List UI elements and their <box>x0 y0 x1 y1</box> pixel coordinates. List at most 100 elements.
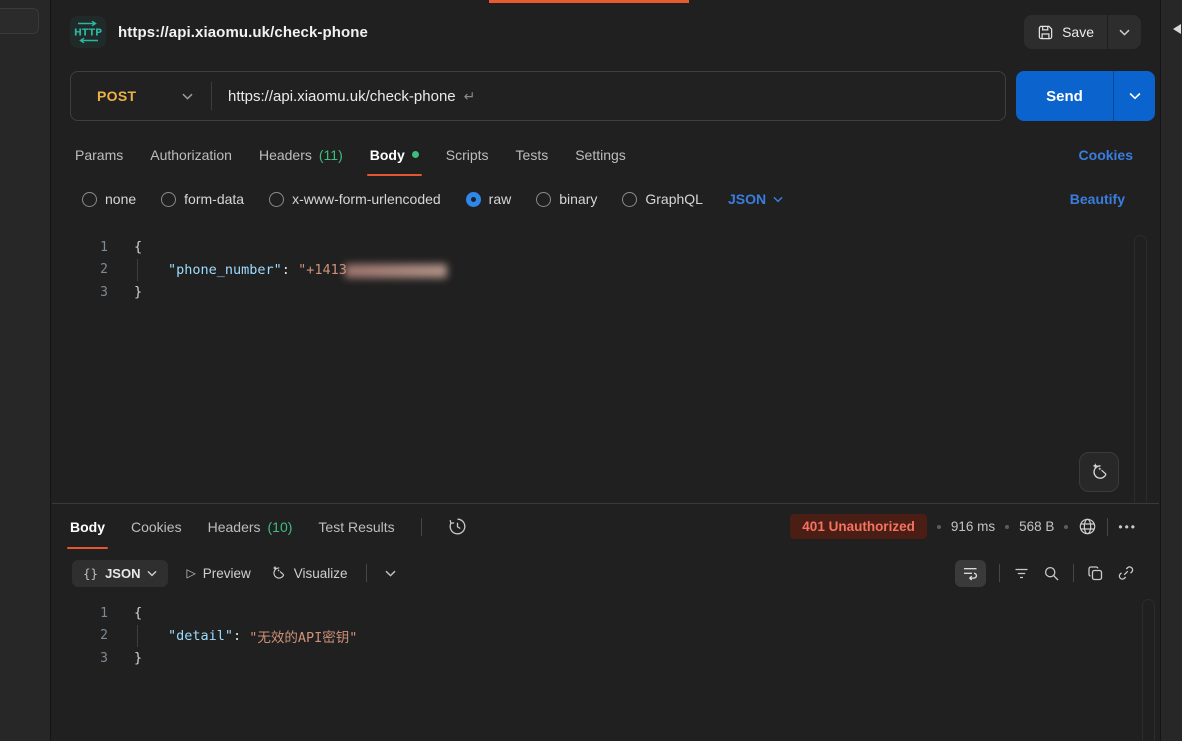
editor-scrollbar[interactable] <box>1134 235 1147 502</box>
filter-icon <box>1013 565 1030 582</box>
response-tabs: Body Cookies Headers (10) Test Results <box>52 504 1159 549</box>
floppy-icon <box>1037 24 1054 41</box>
line-number: 1 <box>52 240 108 255</box>
visualize-button[interactable]: Visualize <box>269 564 348 582</box>
preview-label: Preview <box>203 566 251 581</box>
postbot-button[interactable] <box>1079 452 1119 492</box>
request-panel: HTTP https://api.xiaomu.uk/check-phone S… <box>52 0 1159 741</box>
dot-separator <box>1005 525 1009 529</box>
chevron-down-icon <box>773 196 783 203</box>
code-token: } <box>134 284 142 300</box>
copy-button[interactable] <box>1087 565 1104 582</box>
wrap-text-button[interactable] <box>955 560 986 587</box>
search-button[interactable] <box>1043 565 1060 582</box>
link-button[interactable] <box>1117 564 1135 582</box>
collapsed-panel-arrow-icon[interactable] <box>1173 24 1181 34</box>
code-line: 2 "detail" : "无效的API密钥" <box>52 625 1159 648</box>
divider <box>421 518 422 536</box>
cookies-link[interactable]: Cookies <box>1079 147 1133 163</box>
send-button[interactable]: Send <box>1016 71 1113 121</box>
tab-label: Headers <box>259 147 312 163</box>
line-number: 2 <box>52 262 108 277</box>
request-body-editor[interactable]: 1 { 2 "phone_number" : "+1413 3 } <box>52 232 1159 502</box>
indent-guide <box>137 259 168 282</box>
line-number: 2 <box>52 628 108 643</box>
radio-graphql[interactable]: GraphQL <box>622 191 703 207</box>
radio-circle <box>161 192 176 207</box>
url-input[interactable]: https://api.xiaomu.uk/check-phone ↵ <box>212 88 1005 105</box>
save-options-button[interactable] <box>1107 15 1141 49</box>
response-tab-body[interactable]: Body <box>70 504 105 549</box>
more-options-button[interactable]: ••• <box>1118 520 1137 534</box>
response-body-editor[interactable]: 1 { 2 "detail" : "无效的API密钥" 3 } <box>52 596 1159 741</box>
url-bar: POST https://api.xiaomu.uk/check-phone ↵ <box>70 71 1006 121</box>
code-line: 3 } <box>52 647 1159 670</box>
save-button-label: Save <box>1062 24 1094 40</box>
response-tab-cookies[interactable]: Cookies <box>131 504 182 549</box>
chevron-down-icon <box>182 93 193 100</box>
method-selector[interactable]: POST <box>71 88 211 104</box>
tab-tests[interactable]: Tests <box>516 133 549 176</box>
collapse-toolbar-button[interactable] <box>385 570 396 577</box>
response-tab-headers[interactable]: Headers (10) <box>208 504 293 549</box>
tab-headers[interactable]: Headers (11) <box>259 133 343 176</box>
filter-button[interactable] <box>1013 565 1030 582</box>
tab-label: Headers <box>208 519 261 535</box>
search-icon <box>1043 565 1060 582</box>
sidebar-collapsed-item[interactable] <box>0 8 39 34</box>
response-format-selector[interactable]: {} JSON <box>72 560 168 587</box>
radio-x-www-form-urlencoded[interactable]: x-www-form-urlencoded <box>269 191 441 207</box>
chevron-down-icon <box>1129 92 1141 100</box>
tab-params[interactable]: Params <box>75 133 123 176</box>
preview-button[interactable]: ▷ Preview <box>186 566 250 581</box>
tab-scripts[interactable]: Scripts <box>446 133 489 176</box>
tab-authorization[interactable]: Authorization <box>150 133 232 176</box>
tab-settings[interactable]: Settings <box>575 133 626 176</box>
beautify-link[interactable]: Beautify <box>1070 191 1129 207</box>
line-number: 3 <box>52 651 108 666</box>
send-options-button[interactable] <box>1113 71 1155 121</box>
svg-text:HTTP: HTTP <box>74 28 102 39</box>
tab-body[interactable]: Body <box>370 133 419 176</box>
response-meta: 401 Unauthorized 916 ms 568 B <box>790 504 1137 549</box>
radio-raw[interactable]: raw <box>466 191 512 207</box>
radio-label: none <box>105 191 136 207</box>
code-token: : <box>282 262 298 278</box>
radio-label: raw <box>489 191 512 207</box>
response-tool-icons <box>955 560 1135 587</box>
save-button[interactable]: Save <box>1024 15 1107 49</box>
indent-guide <box>137 625 168 648</box>
response-history-button[interactable] <box>448 517 467 536</box>
http-request-icon: HTTP <box>70 16 106 48</box>
radio-form-data[interactable]: form-data <box>161 191 244 207</box>
body-modified-dot <box>412 151 419 158</box>
response-time: 916 ms <box>951 519 995 534</box>
language-label: JSON <box>728 191 766 207</box>
enter-hint: ↵ <box>464 88 476 105</box>
language-selector[interactable]: JSON <box>728 191 783 207</box>
method-label: POST <box>97 88 136 104</box>
editor-scrollbar[interactable] <box>1142 599 1155 741</box>
radio-label: x-www-form-urlencoded <box>292 191 441 207</box>
dot-separator <box>1064 525 1068 529</box>
response-tab-test-results[interactable]: Test Results <box>318 504 394 549</box>
radio-circle <box>82 192 97 207</box>
line-number: 1 <box>52 606 108 621</box>
tab-label: Settings <box>575 147 626 163</box>
code-token: } <box>134 650 142 666</box>
code-line: 3 } <box>52 281 1159 304</box>
code-token: : <box>233 628 249 644</box>
code-line: 2 "phone_number" : "+1413 <box>52 259 1159 282</box>
chevron-down-icon <box>147 570 157 577</box>
network-info-button[interactable] <box>1078 517 1097 536</box>
json-value: "+1413 <box>298 262 347 278</box>
code-line: 1 { <box>52 236 1159 259</box>
tab-label: Scripts <box>446 147 489 163</box>
body-type-bar: none form-data x-www-form-urlencoded raw… <box>52 182 1159 216</box>
left-sidebar <box>0 0 51 741</box>
radio-none[interactable]: none <box>82 191 136 207</box>
tab-label: Body <box>370 147 405 163</box>
headers-count: (11) <box>319 147 343 163</box>
request-title: https://api.xiaomu.uk/check-phone <box>118 24 368 41</box>
radio-binary[interactable]: binary <box>536 191 597 207</box>
